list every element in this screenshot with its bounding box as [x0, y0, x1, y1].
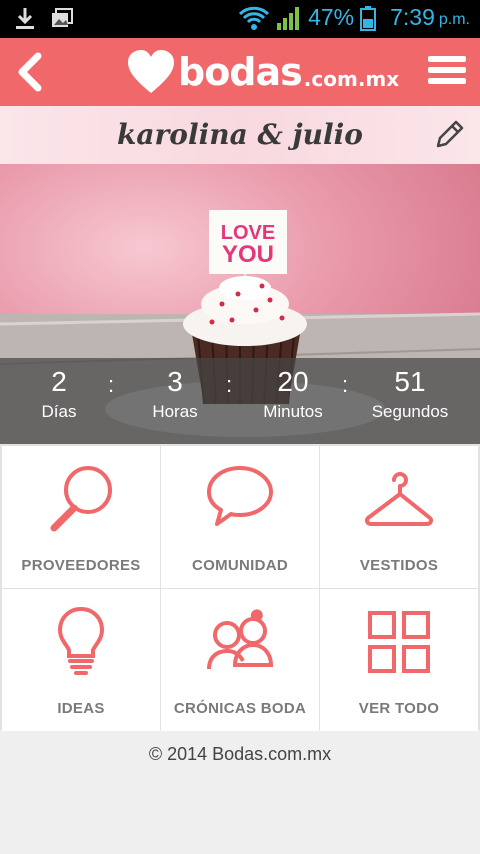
days-label: Días: [41, 402, 77, 421]
lightbulb-icon: [57, 606, 105, 675]
pencil-icon: [436, 120, 464, 148]
magnifier-icon: [50, 466, 112, 532]
status-bar: 47% 7:39 p.m.: [0, 0, 480, 38]
app-header: bodas .com.mx: [0, 38, 480, 106]
separator: :: [108, 372, 115, 397]
footer-copyright: © 2014 Bodas.com.mx: [148, 744, 332, 764]
edit-button[interactable]: [434, 118, 466, 150]
hamburger-icon: [428, 56, 466, 84]
hanger-icon: [365, 472, 433, 526]
tile-proveedores[interactable]: PROVEEDORES: [2, 446, 160, 588]
tile-label: COMUNIDAD: [191, 557, 289, 574]
hero-image: LOVE YOU 2 Días : 3 Horas : 20 Minutos :…: [0, 164, 480, 444]
back-button[interactable]: [12, 50, 48, 94]
couple-names: karolina & julio: [117, 118, 363, 151]
bodas-logo[interactable]: bodas .com.mx: [126, 44, 399, 100]
countdown-hours: 3 Horas: [140, 366, 210, 422]
battery-percent: 47%: [308, 4, 355, 30]
clock-ampm: p.m.: [438, 10, 470, 28]
couple-bar: karolina & julio: [0, 106, 480, 164]
heart-icon: [128, 50, 174, 93]
tile-comunidad[interactable]: COMUNIDAD: [161, 446, 319, 588]
seconds-label: Segundos: [371, 402, 449, 421]
days-value: 2: [51, 366, 67, 397]
signal-icon: [277, 6, 300, 30]
minutes-value: 20: [277, 366, 309, 397]
chevron-left-icon: [18, 52, 42, 92]
clock-time: 7:39: [390, 4, 435, 30]
card-line2: YOU: [221, 241, 274, 268]
grid-icon: [368, 611, 430, 673]
tile-label: PROVEEDORES: [21, 557, 141, 574]
hours-label: Horas: [152, 402, 198, 421]
countdown-seconds: 51 Segundos: [364, 366, 456, 422]
couple-icon: [207, 609, 274, 670]
speech-bubble-icon: [207, 466, 273, 526]
tile-label: CRÓNICAS BODA: [173, 700, 307, 717]
image-icon: [52, 8, 73, 27]
tile-label: VESTIDOS: [359, 557, 439, 574]
separator: :: [226, 372, 233, 397]
battery-icon: [360, 5, 377, 31]
tile-cronicas-boda[interactable]: CRÓNICAS BODA: [161, 589, 319, 731]
countdown: 2 Días : 3 Horas : 20 Minutos : 51 Segun…: [0, 358, 480, 444]
countdown-days: 2 Días: [30, 366, 88, 422]
logo-tld: .com.mx: [303, 67, 400, 91]
logo-name: bodas: [178, 50, 303, 94]
tile-label: IDEAS: [57, 700, 105, 717]
tile-ver-todo[interactable]: VER TODO: [320, 589, 478, 731]
tile-vestidos[interactable]: VESTIDOS: [320, 446, 478, 588]
menu-grid: PROVEEDORES COMUNIDAD VESTIDOS IDEAS CRÓ…: [0, 444, 480, 731]
hours-value: 3: [167, 366, 183, 397]
menu-button[interactable]: [428, 54, 466, 86]
download-icon: [16, 8, 34, 29]
minutes-label: Minutos: [263, 402, 323, 421]
tile-ideas[interactable]: IDEAS: [2, 589, 160, 731]
countdown-minutes: 20 Minutos: [254, 366, 332, 422]
love-you-card: LOVE YOU: [209, 222, 287, 268]
tile-label: VER TODO: [358, 700, 440, 717]
seconds-value: 51: [394, 366, 426, 397]
separator: :: [342, 372, 349, 397]
wifi-icon: [239, 6, 270, 30]
